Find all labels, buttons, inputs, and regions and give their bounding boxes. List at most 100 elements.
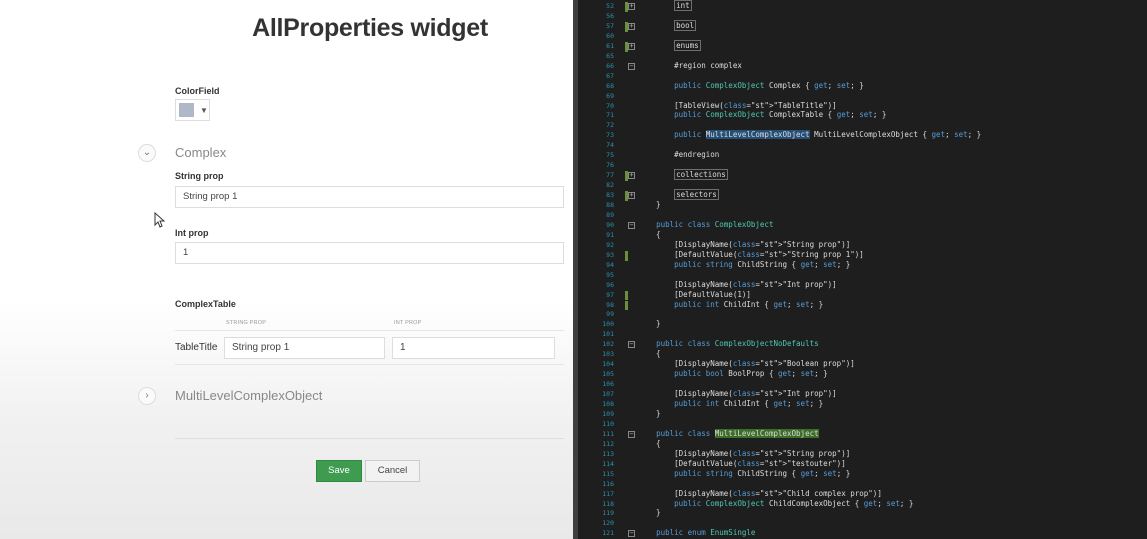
expand-region-icon[interactable]: + (628, 192, 635, 200)
expand-region-icon[interactable]: + (628, 42, 635, 50)
line-number: 71 (606, 111, 614, 120)
line-number: 116 (602, 479, 614, 488)
line-number: 97 (606, 290, 614, 299)
line-number: 65 (606, 51, 614, 60)
line-number: 98 (606, 300, 614, 309)
code-line: public bool BoolProp { get; set; } (674, 369, 828, 379)
line-number: 92 (606, 240, 614, 249)
line-number: 60 (606, 31, 614, 40)
code-line: [DefaultValue(1)] (638, 289, 751, 299)
form-panel: AllProperties widget ColorField ▼ ⌄ Comp… (0, 0, 573, 539)
line-number: 95 (606, 270, 614, 279)
line-number: 57 (606, 21, 614, 30)
chevron-down-icon: ⌄ (142, 147, 152, 158)
line-number: 105 (602, 370, 614, 379)
table-divider (175, 364, 564, 365)
code-line: collections (674, 169, 728, 181)
code-line: { (638, 438, 661, 448)
line-number: 102 (602, 340, 614, 349)
line-number: 72 (606, 121, 614, 130)
code-line: } (638, 319, 661, 329)
line-number: 69 (606, 91, 614, 100)
code-line: public string ChildString { get; set; } (674, 468, 851, 478)
code-line: [DisplayName(class="st">"String prop")] (638, 239, 851, 249)
line-number: 118 (602, 499, 614, 508)
line-number: 61 (606, 41, 614, 50)
table-cell-int-prop[interactable]: 1 (392, 337, 555, 359)
change-marker (625, 21, 628, 32)
code-line: { (638, 349, 661, 359)
line-number: 103 (602, 350, 614, 359)
code-line: public int ChildInt { get; set; } (674, 299, 824, 309)
line-number: 121 (602, 529, 614, 538)
line-number: 113 (602, 449, 614, 458)
table-header-string-prop: STRING PROP (226, 320, 267, 326)
complex-section-title: Complex (175, 145, 227, 160)
expand-region-icon[interactable]: + (628, 172, 635, 180)
code-line: #endregion (638, 150, 720, 160)
line-number: 107 (602, 390, 614, 399)
code-line: } (638, 200, 661, 209)
line-number: 101 (602, 330, 614, 339)
color-field-label: ColorField (175, 86, 220, 96)
color-picker[interactable]: ▼ (175, 99, 210, 121)
code-line: [DisplayName(class="st">"Boolean prop")] (638, 359, 855, 369)
change-marker (625, 2, 628, 12)
expand-region-icon[interactable]: + (628, 3, 635, 10)
int-prop-label: Int prop (175, 228, 209, 238)
line-number: 90 (606, 220, 614, 229)
line-number: 91 (606, 230, 614, 239)
collapse-complex-button[interactable]: ⌄ (138, 144, 156, 162)
line-number: 119 (602, 509, 614, 518)
line-number: 115 (602, 469, 614, 478)
code-line: } (638, 508, 661, 518)
line-number: 75 (606, 151, 614, 160)
expand-region-icon[interactable]: + (628, 22, 635, 30)
code-line: public ComplexObject Complex { get; set;… (674, 80, 864, 90)
line-number: 94 (606, 260, 614, 269)
line-number: 112 (602, 439, 614, 448)
line-number: 74 (606, 141, 614, 150)
code-line: [DisplayName(class="st">"Int prop")] (638, 389, 837, 399)
cancel-button[interactable]: Cancel (365, 460, 420, 482)
code-line: bool (674, 19, 697, 31)
code-line: public class ComplexObject (656, 219, 774, 229)
chevron-right-icon: › (145, 390, 149, 401)
expand-multilevel-button[interactable]: › (138, 387, 156, 405)
string-prop-input[interactable]: String prop 1 (175, 186, 564, 208)
code-line: public class MultiLevelComplexObject (656, 428, 819, 438)
line-number: 109 (602, 409, 614, 418)
table-row-label: TableTitle (175, 342, 218, 353)
collapse-region-icon[interactable]: − (628, 62, 635, 70)
multilevel-section-title: MultiLevelComplexObject (175, 388, 323, 403)
collapse-region-icon[interactable]: − (628, 341, 635, 349)
collapse-region-icon[interactable]: − (628, 430, 635, 438)
save-button[interactable]: Save (316, 460, 362, 482)
change-marker (625, 41, 628, 52)
code-editor[interactable]: 52 int +56 57 bool +60 61 enums +65 66 #region… (578, 0, 1147, 539)
collapse-region-icon[interactable]: − (628, 530, 635, 538)
code-line: public int ChildInt { get; set; } (674, 399, 824, 408)
code-line: [DisplayName(class="st">"Child complex p… (638, 488, 882, 498)
line-number: 89 (606, 210, 614, 219)
line-number: 100 (602, 320, 614, 329)
table-cell-string-prop[interactable]: String prop 1 (224, 337, 385, 359)
line-number: 77 (606, 171, 614, 180)
code-line: public MultiLevelComplexObject MultiLeve… (674, 130, 982, 140)
line-number: 70 (606, 101, 614, 110)
int-prop-input[interactable]: 1 (175, 242, 564, 264)
complex-table-label: ComplexTable (175, 299, 236, 309)
line-number: 114 (602, 459, 614, 468)
code-line: } (638, 408, 661, 418)
line-number: 93 (606, 250, 614, 259)
code-line: enums (674, 39, 701, 51)
color-swatch (179, 103, 194, 117)
form-divider (175, 438, 564, 439)
line-number: 76 (606, 161, 614, 170)
page-title: AllProperties widget (252, 14, 488, 42)
line-number: 73 (606, 131, 614, 140)
collapse-region-icon[interactable]: − (628, 221, 635, 229)
line-number: 120 (602, 519, 614, 528)
table-divider (175, 330, 564, 331)
change-marker (625, 171, 628, 182)
